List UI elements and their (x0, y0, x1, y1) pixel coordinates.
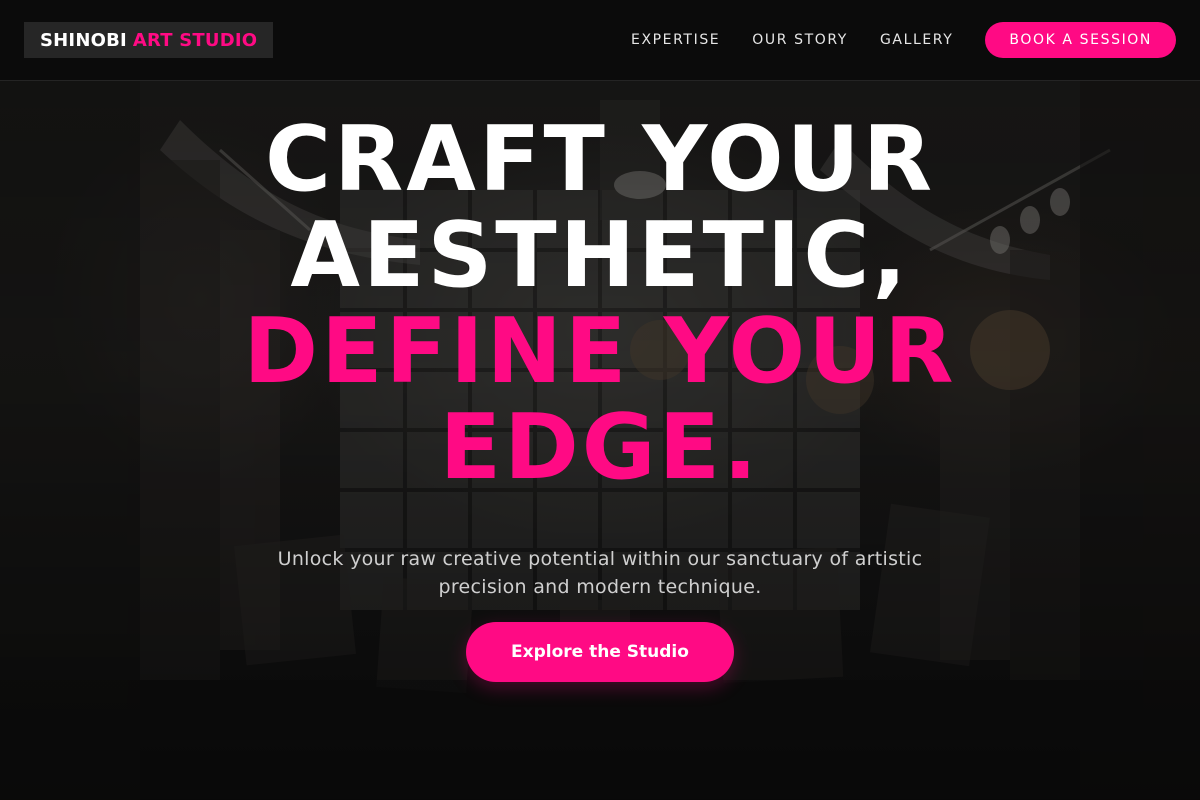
logo-primary-text: SHINOBI (40, 29, 127, 51)
nav-link-gallery[interactable]: GALLERY (880, 32, 953, 48)
headline-line-4: EDGE. (439, 395, 761, 500)
nav-link-our-story[interactable]: OUR STORY (752, 32, 848, 48)
book-session-button[interactable]: BOOK A SESSION (985, 22, 1176, 58)
headline-line-2: AESTHETIC, (290, 203, 910, 308)
page: SHINOBI ART STUDIO EXPERTISE OUR STORY G… (0, 0, 1200, 800)
hero-subtitle: Unlock your raw creative potential withi… (277, 548, 923, 598)
explore-studio-button[interactable]: Explore the Studio (466, 622, 734, 682)
main-nav: EXPERTISE OUR STORY GALLERY BOOK A SESSI… (631, 22, 1176, 58)
site-header: SHINOBI ART STUDIO EXPERTISE OUR STORY G… (0, 0, 1200, 81)
brand-logo[interactable]: SHINOBI ART STUDIO (24, 22, 274, 58)
logo-accent-text: ART STUDIO (132, 29, 258, 51)
hero-section: CRAFT YOUR AESTHETIC, DEFINE YOUR EDGE. … (0, 80, 1200, 800)
hero-headline: CRAFT YOUR AESTHETIC, DEFINE YOUR EDGE. (0, 112, 1200, 496)
headline-line-1: CRAFT YOUR (264, 107, 936, 212)
nav-link-expertise[interactable]: EXPERTISE (631, 32, 720, 48)
headline-line-3: DEFINE YOUR (243, 299, 957, 404)
